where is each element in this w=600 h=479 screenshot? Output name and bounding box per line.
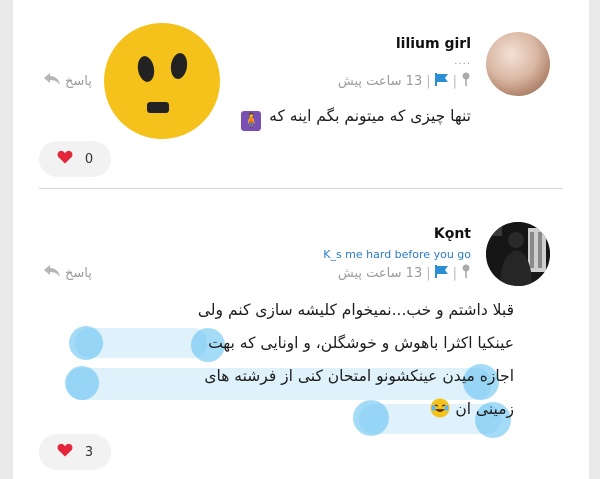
- like-button[interactable]: 0: [39, 141, 111, 177]
- comment-meta: | | 13 ساعت پیش: [338, 72, 471, 90]
- like-button[interactable]: 3: [39, 434, 111, 470]
- reply-label: پاسخ: [65, 265, 92, 281]
- flag-icon[interactable]: [434, 72, 449, 90]
- meta-separator: |: [452, 73, 457, 89]
- comment-username[interactable]: lilium girl: [396, 36, 471, 52]
- comment-username[interactable]: Kǫnt: [434, 226, 471, 242]
- comment-divider: [39, 188, 563, 189]
- heart-icon: [57, 443, 73, 461]
- meta-separator: |: [426, 265, 431, 281]
- reply-button[interactable]: پاسخ: [43, 72, 92, 90]
- comment-meta: | | 13 ساعت پیش: [338, 264, 471, 282]
- user-avatar[interactable]: [486, 222, 550, 286]
- comment-text: تنها چیزی که میتونم بگم اینه که 🧍: [241, 107, 471, 131]
- like-count: 0: [84, 151, 94, 167]
- reply-arrow-icon: [43, 264, 61, 282]
- meta-separator: |: [426, 73, 431, 89]
- meta-separator: |: [452, 265, 457, 281]
- pin-icon[interactable]: [461, 72, 471, 90]
- like-count: 3: [84, 444, 94, 460]
- comment-text: قبلا داشتم و خب...نمیخوام کلیشه سازی کنم…: [54, 294, 514, 430]
- pin-icon[interactable]: [461, 264, 471, 282]
- heart-icon: [57, 150, 73, 168]
- standing-person-emoji: 🧍: [241, 111, 262, 131]
- confused-face-emoji: [103, 22, 221, 140]
- username-decoration: ....: [454, 56, 471, 67]
- laughing-emoji: [430, 397, 450, 430]
- reply-label: پاسخ: [65, 73, 92, 89]
- reply-button[interactable]: پاسخ: [43, 264, 92, 282]
- user-tagline: K_s me hard before you go: [323, 248, 471, 261]
- flag-icon[interactable]: [434, 264, 449, 282]
- comment-time: 13 ساعت پیش: [337, 73, 423, 89]
- comment-time: 13 ساعت پیش: [337, 265, 423, 281]
- comments-panel: lilium girl .... | | 13 ساعت پیش پاسخ تن…: [13, 0, 589, 479]
- user-avatar[interactable]: [486, 32, 550, 96]
- reply-arrow-icon: [43, 72, 61, 90]
